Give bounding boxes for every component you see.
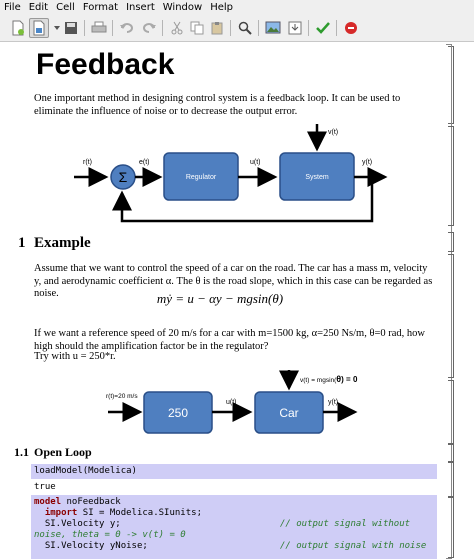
signal-e-label: e(t) [139, 159, 150, 166]
code-text: SI.Velocity yNoise; [34, 541, 148, 551]
system-label: System [305, 174, 329, 181]
toolbar-separator [308, 20, 309, 36]
menu-format[interactable]: Format [79, 0, 122, 15]
check-icon[interactable] [314, 19, 332, 37]
cell-bracket[interactable] [448, 126, 454, 226]
menu-cell[interactable]: Cell [52, 0, 79, 15]
copy-icon[interactable] [188, 19, 206, 37]
subsection-number: 1.1 [14, 445, 29, 459]
new-document-icon[interactable] [9, 19, 27, 37]
regulator-label: Regulator [186, 174, 217, 181]
signal-r-label: r(t) [83, 159, 92, 166]
image-icon[interactable] [264, 19, 282, 37]
code-line[interactable]: model noFeedback [34, 497, 434, 508]
toolbar-separator [258, 20, 259, 36]
code-comment: // output signal with noise [280, 541, 427, 551]
menu-window[interactable]: Window [159, 0, 206, 15]
cell-bracket-column [440, 42, 474, 559]
export-icon[interactable] [286, 19, 304, 37]
section-title: Example [34, 235, 91, 251]
search-icon[interactable] [236, 19, 254, 37]
save-icon[interactable] [62, 19, 80, 37]
cell-bracket[interactable] [448, 462, 454, 498]
stop-icon[interactable] [342, 19, 360, 37]
toolbar-separator [84, 20, 85, 36]
section-heading-example: 1 Example [18, 235, 91, 252]
code-text: SI = Modelica.SIunits; [77, 508, 202, 518]
redo-icon[interactable] [140, 19, 158, 37]
noise-label-prefix: v(t) = mgsin( [300, 377, 337, 384]
section-number: 1 [18, 235, 26, 251]
cell-bracket[interactable] [448, 496, 454, 558]
motion-equation: mẏ = u − αy − mgsin(θ) [156, 291, 284, 306]
code-text: noFeedback [61, 497, 121, 507]
code-comment: noise, theta = 0 -> v(t) = 0 [34, 530, 186, 540]
menu-edit[interactable]: Edit [25, 0, 52, 15]
code-line[interactable]: SI.Velocity y; // output signal without [34, 519, 434, 530]
subsection-heading-open-loop: 1.1 Open Loop [14, 445, 92, 460]
menu-insert[interactable]: Insert [122, 0, 159, 15]
load-model-code[interactable]: loadModel(Modelica) [34, 466, 137, 476]
open-file-icon[interactable] [29, 18, 49, 38]
reference-signal-label: r(t)=20 m/s [106, 393, 138, 400]
gain-label: 250 [168, 406, 188, 420]
input-cell-load-model[interactable]: loadModel(Modelica) [31, 464, 437, 479]
cell-bracket[interactable] [448, 380, 454, 444]
cell-bracket[interactable] [448, 444, 454, 462]
car-label: Car [279, 406, 298, 420]
sum-symbol: Σ [119, 169, 128, 185]
code-text: SI.Velocity y; [34, 519, 121, 529]
cut-icon[interactable] [168, 19, 186, 37]
noise-label-suffix: ) = 0 [341, 375, 358, 384]
menu-file[interactable]: File [0, 0, 25, 15]
cell-bracket[interactable] [448, 232, 454, 252]
page-title: Feedback [36, 48, 175, 81]
menu-bar: File Edit Cell Format Insert Window Help [0, 0, 474, 15]
code-comment: // output signal without [280, 519, 411, 529]
code-line[interactable]: SI.Velocity yNoise; // output signal with… [34, 541, 434, 552]
signal-v-label: v(t) [328, 129, 338, 136]
code-line[interactable]: noise, theta = 0 -> v(t) = 0 [34, 530, 434, 541]
signal-u-label: u(t) [250, 159, 261, 166]
signal-y-label: y(t) [362, 159, 372, 166]
open-loop-diagram: r(t)=20 m/s 250 u(t) Car v(t) = mgsin(θ)… [106, 370, 358, 434]
try-gain-text[interactable]: Try with u = 250*r. [34, 351, 434, 364]
cell-bracket[interactable] [448, 254, 454, 378]
subsection-title: Open Loop [34, 445, 92, 459]
input-cell-model-code[interactable]: model noFeedback import SI = Modelica.SI… [31, 495, 437, 559]
output-signal-label: y(t) [328, 399, 338, 406]
output-cell-true[interactable]: true [31, 480, 437, 494]
intro-paragraph[interactable]: One important method in designing contro… [34, 93, 434, 118]
toolbar-separator [162, 20, 163, 36]
input-signal-label: u(t) [226, 399, 237, 406]
print-icon[interactable] [90, 19, 108, 37]
question-paragraph[interactable]: If we want a reference speed of 20 m/s f… [34, 328, 434, 353]
output-value: true [34, 482, 56, 492]
paste-icon[interactable] [208, 19, 226, 37]
toolbar [0, 15, 474, 42]
keyword-model: model [34, 497, 62, 507]
code-line[interactable]: import SI = Modelica.SIunits; [34, 508, 434, 519]
toolbar-separator [230, 20, 231, 36]
toolbar-separator [112, 20, 113, 36]
keyword-import: import [34, 508, 78, 518]
undo-icon[interactable] [118, 19, 136, 37]
noise-signal-label: v(t) = mgsin(θ) = 0 [300, 374, 358, 384]
feedback-loop-diagram: r(t) Σ e(t) Regulator u(t) System v(t) y… [74, 124, 388, 223]
menu-help[interactable]: Help [206, 0, 237, 15]
toolbar-separator [336, 20, 337, 36]
